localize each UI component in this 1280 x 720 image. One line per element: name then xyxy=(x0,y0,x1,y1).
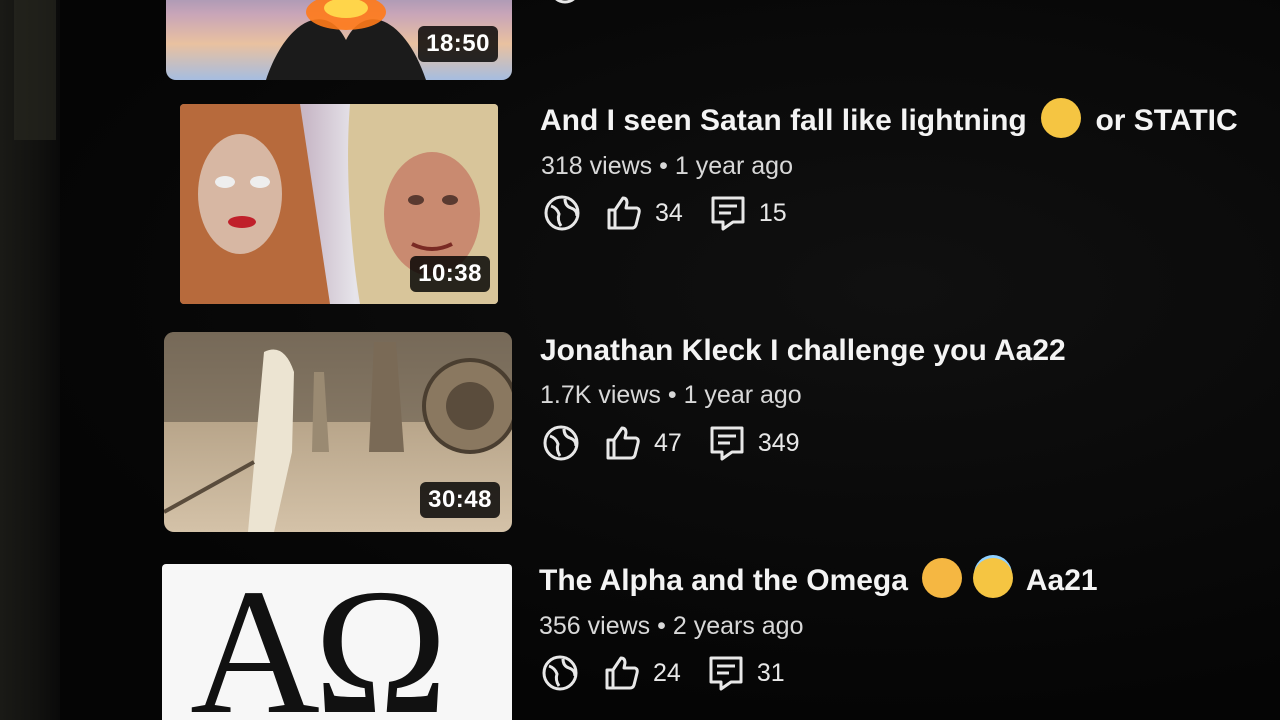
thumbs-up-icon[interactable] xyxy=(603,654,641,692)
comment-count: 349 xyxy=(757,428,800,457)
view-count: 318 views xyxy=(541,152,653,180)
upload-age: 2 years ago xyxy=(672,612,804,640)
upload-age: 1 year ago xyxy=(683,381,802,409)
video-title[interactable]: Jonathan Kleck I challenge you Aa22 xyxy=(540,334,1066,368)
video-thumbnail[interactable]: 10:38 xyxy=(180,104,498,304)
video-duration: 30:48 xyxy=(420,482,500,518)
video-stats: 24 31 xyxy=(541,654,811,692)
video-row-3: 30:48 Jonathan Kleck I challenge you Aa2… xyxy=(0,324,1280,544)
thumbs-up-icon[interactable] xyxy=(608,0,638,4)
comment-icon[interactable] xyxy=(708,424,746,462)
video-row-4: AΩ The Alpha and the Omega Aa21 356 view… xyxy=(0,556,1280,720)
thinking-face-emoji xyxy=(1041,98,1082,138)
video-thumbnail[interactable]: AΩ xyxy=(162,564,512,720)
like-count: 47 xyxy=(654,428,682,457)
video-title[interactable]: And I seen Satan fall like lightning or … xyxy=(540,98,1238,142)
video-title-suffix: Aa21 xyxy=(1025,563,1098,597)
meta-separator: • xyxy=(667,381,677,409)
video-meta: 318 views • 1 year ago xyxy=(541,152,793,181)
view-count: 356 views xyxy=(539,612,651,640)
video-stats: 47 349 xyxy=(542,424,826,462)
video-title-text: The Alpha and the Omega xyxy=(539,563,908,597)
view-count: 1.7K views xyxy=(540,381,661,409)
meta-separator: • xyxy=(659,152,668,180)
video-title-suffix: or STATIC xyxy=(1095,103,1238,137)
like-count: 24 xyxy=(653,658,681,687)
video-row-2: 10:38 And I seen Satan fall like lightni… xyxy=(0,96,1280,316)
comment-count: 31 xyxy=(756,658,785,687)
smiling-face-with-halo-emoji xyxy=(972,558,1013,598)
video-duration: 18:50 xyxy=(418,26,498,62)
video-title[interactable]: The Alpha and the Omega Aa21 xyxy=(539,558,1098,602)
video-row-1: 18:50 xyxy=(0,0,1280,90)
video-duration: 10:38 xyxy=(410,256,490,292)
alpha-omega-text: AΩ xyxy=(190,564,448,720)
thumbs-up-icon[interactable] xyxy=(604,424,642,462)
video-thumbnail[interactable]: 18:50 xyxy=(166,0,512,80)
comment-count: 15 xyxy=(758,198,787,227)
comment-icon[interactable] xyxy=(709,194,747,232)
video-thumbnail[interactable]: 30:48 xyxy=(164,332,512,532)
studio-content-list: 18:50 10:38 And I seen Satan fall like l… xyxy=(0,0,1280,720)
video-title-text: And I seen Satan fall like lightning xyxy=(540,103,1027,137)
globe-icon[interactable] xyxy=(543,194,581,232)
like-count: 34 xyxy=(655,198,683,227)
video-meta: 356 views • 2 years ago xyxy=(539,612,803,641)
upload-age: 1 year ago xyxy=(674,152,793,180)
comment-icon[interactable] xyxy=(707,654,745,692)
globe-icon[interactable] xyxy=(542,424,580,462)
meta-separator: • xyxy=(657,612,666,640)
video-meta: 1.7K views • 1 year ago xyxy=(540,381,802,410)
globe-icon[interactable] xyxy=(541,654,579,692)
smiling-face-with-hearts-emoji xyxy=(922,558,963,598)
thumbs-up-icon[interactable] xyxy=(605,194,643,232)
video-stats: 34 15 xyxy=(543,194,813,232)
globe-icon[interactable] xyxy=(548,0,582,6)
